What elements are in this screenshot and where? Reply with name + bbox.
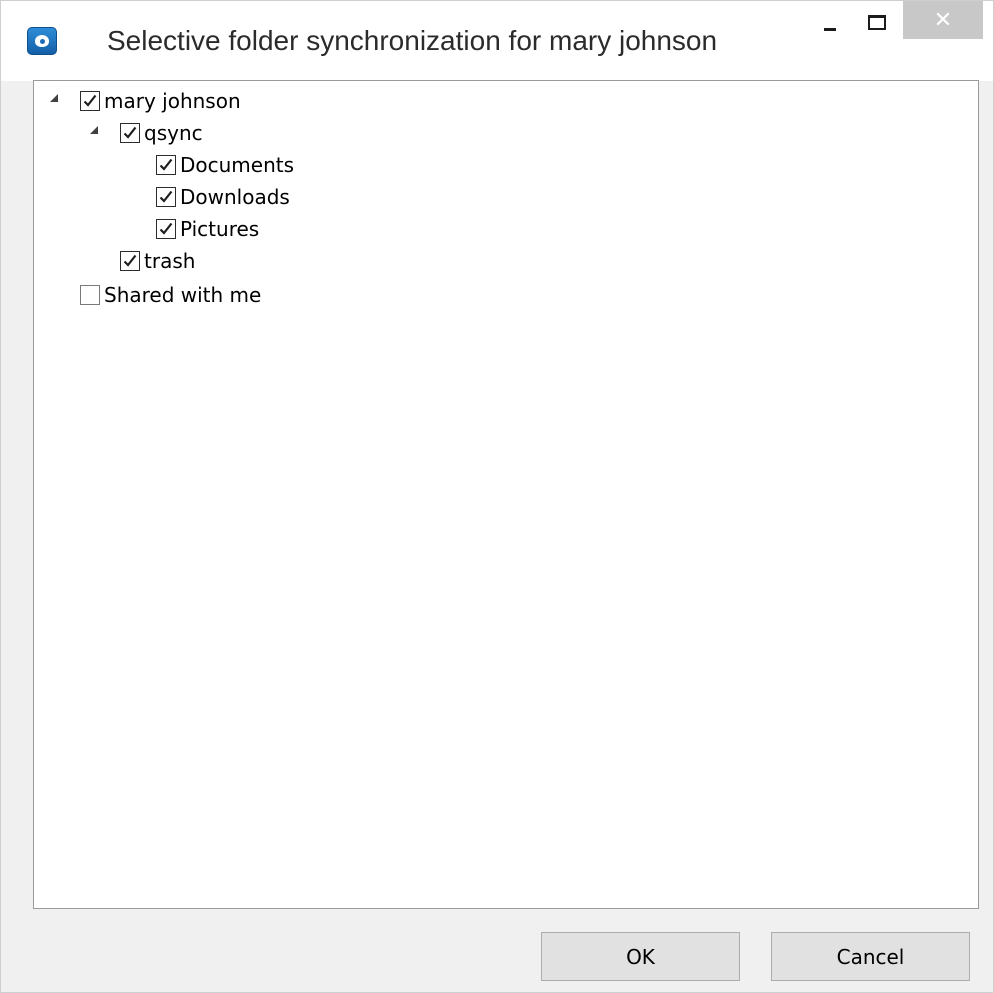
tree-node-label: Shared with me (104, 283, 262, 307)
folder-tree[interactable]: mary johnson qsync Documents Downloads P… (33, 80, 979, 909)
tree-node-pictures[interactable]: Pictures (156, 215, 259, 243)
ok-button[interactable]: OK (541, 932, 740, 981)
tree-node-qsync[interactable]: qsync (120, 119, 203, 147)
tree-node-label: Pictures (180, 217, 260, 241)
tree-node-label: Documents (180, 153, 295, 177)
checkbox-documents[interactable] (156, 155, 176, 175)
close-icon: ✕ (933, 7, 953, 33)
tree-node-label: mary johnson (104, 89, 241, 113)
checkmark-icon (159, 190, 173, 203)
dialog-window: Selective folder synchronization for mar… (0, 0, 994, 993)
close-button[interactable]: ✕ (903, 1, 983, 39)
checkmark-icon (159, 158, 173, 171)
tree-node-downloads[interactable]: Downloads (156, 183, 290, 211)
qsync-app-icon (27, 27, 57, 55)
window-title: Selective folder synchronization for mar… (107, 25, 718, 56)
tree-node-shared-with-me[interactable]: Shared with me (80, 281, 261, 309)
checkbox-mary-johnson[interactable] (80, 91, 100, 111)
tree-node-documents[interactable]: Documents (156, 151, 294, 179)
expand-collapse-mary-johnson-icon[interactable] (50, 94, 58, 102)
checkbox-trash[interactable] (120, 251, 140, 271)
cancel-button[interactable]: Cancel (771, 932, 970, 981)
tree-node-trash[interactable]: trash (120, 247, 195, 275)
checkbox-qsync[interactable] (120, 123, 140, 143)
title-bar[interactable]: Selective folder synchronization for mar… (1, 1, 993, 81)
checkbox-pictures[interactable] (156, 219, 176, 239)
minimize-icon (824, 27, 836, 31)
checkmark-icon (159, 222, 173, 235)
tree-node-label: trash (144, 249, 196, 273)
tree-node-mary-johnson[interactable]: mary johnson (80, 87, 241, 115)
expand-collapse-qsync-icon[interactable] (90, 126, 98, 134)
checkmark-icon (83, 94, 97, 107)
tree-node-label: qsync (144, 121, 203, 145)
checkmark-icon (123, 126, 137, 139)
checkbox-downloads[interactable] (156, 187, 176, 207)
checkmark-icon (123, 254, 137, 267)
checkbox-shared-with-me[interactable] (80, 285, 100, 305)
tree-node-label: Downloads (180, 185, 290, 209)
minimize-button[interactable] (807, 9, 853, 43)
maximize-button[interactable] (853, 9, 901, 43)
maximize-icon (868, 14, 886, 30)
